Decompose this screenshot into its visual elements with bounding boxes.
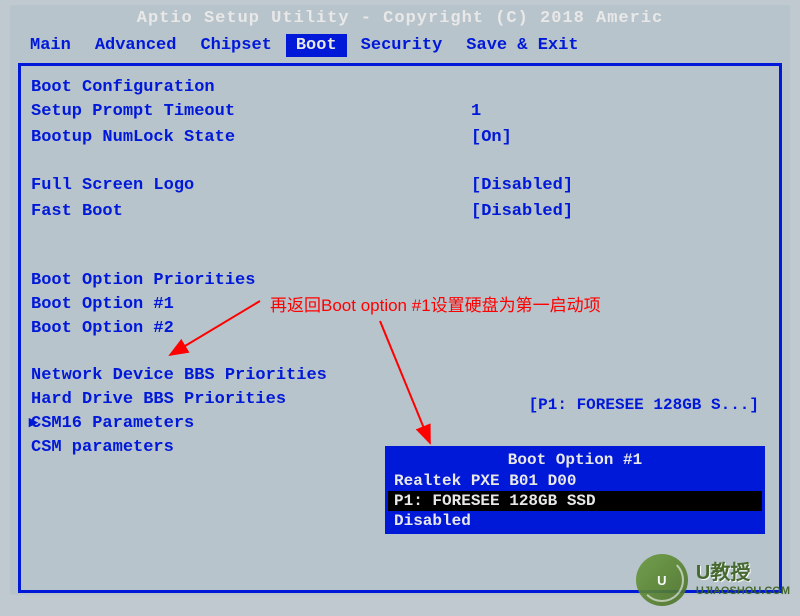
setup-prompt-timeout-label: Setup Prompt Timeout	[31, 101, 471, 123]
full-screen-logo-label: Full Screen Logo	[31, 175, 471, 197]
bootup-numlock-value: [On]	[471, 127, 769, 149]
menu-bar: Main Advanced Chipset Boot Security Save…	[10, 32, 790, 63]
network-device-bbs[interactable]: Network Device BBS Priorities	[31, 365, 769, 387]
menu-security[interactable]: Security	[351, 34, 453, 57]
bootup-numlock-row[interactable]: Bootup NumLock State [On]	[31, 127, 769, 149]
watermark-logo-icon: U	[636, 554, 688, 606]
boot-priorities-title: Boot Option Priorities	[31, 271, 769, 290]
watermark-brand: U教授	[696, 561, 790, 585]
info-text: [P1: FORESEE 128GB S...]	[529, 396, 759, 414]
boot-option-popup: Boot Option #1 Realtek PXE B01 D00 P1: F…	[385, 446, 765, 534]
fast-boot-row[interactable]: Fast Boot [Disabled]	[31, 201, 769, 223]
full-screen-logo-value: [Disabled]	[471, 175, 769, 197]
annotation-text: 再返回Boot option #1设置硬盘为第一启动项	[270, 291, 601, 316]
fast-boot-label: Fast Boot	[31, 201, 471, 223]
boot-option-2[interactable]: Boot Option #2	[31, 318, 769, 340]
menu-chipset[interactable]: Chipset	[190, 34, 281, 57]
popup-title: Boot Option #1	[388, 449, 762, 471]
setup-prompt-timeout-row[interactable]: Setup Prompt Timeout 1	[31, 101, 769, 123]
submenu-marker-icon: ▸	[29, 413, 38, 435]
menu-main[interactable]: Main	[20, 34, 81, 57]
setup-prompt-timeout-value: 1	[471, 101, 769, 123]
menu-boot[interactable]: Boot	[286, 34, 347, 57]
full-screen-logo-row[interactable]: Full Screen Logo [Disabled]	[31, 175, 769, 197]
watermark-url: UJIAOSHOU.COM	[696, 585, 790, 598]
content-frame: Boot Configuration Setup Prompt Timeout …	[18, 63, 782, 593]
bios-title: Aptio Setup Utility - Copyright (C) 2018…	[10, 5, 790, 32]
popup-option-foresee[interactable]: P1: FORESEE 128GB SSD	[388, 491, 762, 511]
boot-config-title: Boot Configuration	[31, 78, 769, 97]
menu-advanced[interactable]: Advanced	[85, 34, 187, 57]
fast-boot-value: [Disabled]	[471, 201, 769, 223]
menu-save-exit[interactable]: Save & Exit	[456, 34, 588, 57]
popup-option-disabled[interactable]: Disabled	[388, 511, 762, 531]
csm16-parameters[interactable]: ▸ CSM16 Parameters	[31, 413, 769, 435]
watermark: U U教授 UJIAOSHOU.COM	[636, 554, 790, 606]
bootup-numlock-label: Bootup NumLock State	[31, 127, 471, 149]
watermark-text: U教授 UJIAOSHOU.COM	[696, 561, 790, 598]
popup-option-realtek[interactable]: Realtek PXE B01 D00	[388, 471, 762, 491]
